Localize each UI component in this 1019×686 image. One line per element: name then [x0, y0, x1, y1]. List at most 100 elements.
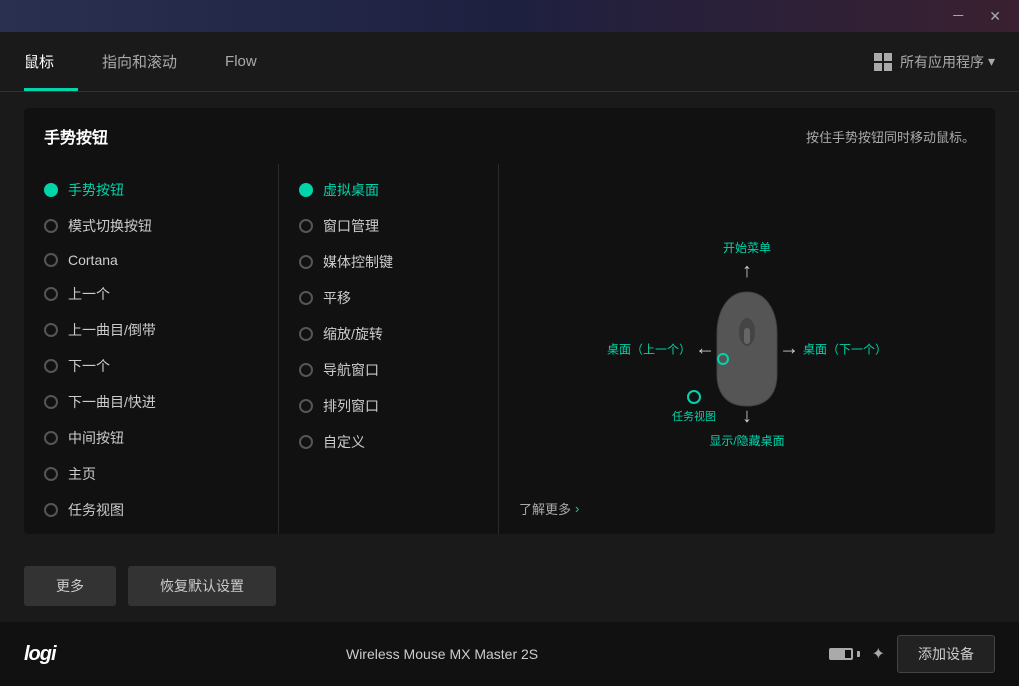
- list-item-gesture-btn[interactable]: 手势按钮: [24, 172, 278, 208]
- app-window: － ✕ 鼠标 指向和滚动 Flow 所有应用程序 ▾ 手势按钮 按住手势按钮同时…: [0, 0, 1019, 686]
- add-device-button[interactable]: 添加设备: [897, 635, 995, 673]
- reset-button[interactable]: 恢复默认设置: [128, 566, 276, 606]
- list-item-mode-switch[interactable]: 模式切换按钮: [24, 208, 278, 244]
- learn-more-text: 了解更多: [519, 499, 571, 518]
- panel-hint: 按住手势按钮同时移动鼠标。: [806, 127, 975, 146]
- panel-body: 手势按钮 模式切换按钮 Cortana 上一个: [24, 164, 995, 534]
- right-label-text: 桌面（下一个）: [803, 341, 887, 358]
- panel-title: 手势按钮: [44, 124, 108, 148]
- label-pan: 平移: [323, 288, 351, 308]
- up-arrow-icon: ↑: [742, 260, 752, 283]
- mid-item-window-mgmt[interactable]: 窗口管理: [279, 208, 498, 244]
- bluetooth-icon: ✦: [872, 644, 885, 664]
- left-label: 桌面（上一个） ←: [607, 338, 715, 361]
- nav-right: 所有应用程序 ▾: [874, 52, 995, 72]
- learn-more-arrow-icon: ›: [575, 501, 579, 516]
- tab-pointing[interactable]: 指向和滚动: [78, 32, 201, 91]
- label-home: 主页: [68, 464, 96, 484]
- right-column: 开始菜单 ↑ 桌面（上一个） ←: [499, 164, 995, 534]
- footer-right: ✦ 添加设备: [829, 635, 995, 673]
- radio-nav-window: [299, 363, 313, 377]
- label-next-track: 下一曲目/快进: [68, 392, 156, 412]
- label-cortana: Cortana: [68, 252, 118, 268]
- mid-item-zoom-rotate[interactable]: 缩放/旋转: [279, 316, 498, 352]
- radio-zoom-rotate: [299, 327, 313, 341]
- list-item-middle-btn[interactable]: 中间按钮: [24, 420, 278, 456]
- left-label-text: 桌面（上一个）: [607, 341, 691, 358]
- device-name: Wireless Mouse MX Master 2S: [56, 646, 829, 662]
- mid-item-virtual-desktop[interactable]: 虚拟桌面: [279, 172, 498, 208]
- task-view-label-text: 任务视图: [672, 408, 716, 424]
- label-prev-track: 上一曲目/倒带: [68, 320, 156, 340]
- radio-window-mgmt: [299, 219, 313, 233]
- label-zoom-rotate: 缩放/旋转: [323, 324, 383, 344]
- list-item-home[interactable]: 主页: [24, 456, 278, 492]
- list-item-task-view[interactable]: 任务视图: [24, 492, 278, 528]
- label-virtual-desktop: 虚拟桌面: [323, 180, 379, 200]
- down-label: ↓ 显示/隐藏桌面: [709, 405, 784, 449]
- nav-tabs: 鼠标 指向和滚动 Flow 所有应用程序 ▾: [0, 32, 1019, 92]
- radio-custom: [299, 435, 313, 449]
- label-custom: 自定义: [323, 432, 365, 452]
- radio-media-ctrl: [299, 255, 313, 269]
- down-arrow-icon: ↓: [742, 405, 752, 428]
- radio-next-track: [44, 395, 58, 409]
- down-label-text: 显示/隐藏桌面: [709, 432, 784, 449]
- list-item-cortana[interactable]: Cortana: [24, 244, 278, 276]
- radio-task-view: [44, 503, 58, 517]
- learn-more-button[interactable]: 了解更多 ›: [519, 499, 579, 518]
- up-label: 开始菜单 ↑: [723, 239, 771, 283]
- list-item-next-track[interactable]: 下一曲目/快进: [24, 384, 278, 420]
- mid-item-media-ctrl[interactable]: 媒体控制键: [279, 244, 498, 280]
- radio-pan: [299, 291, 313, 305]
- mid-item-tile-window[interactable]: 排列窗口: [279, 388, 498, 424]
- logi-logo: logi: [24, 643, 56, 666]
- main-content: 手势按钮 按住手势按钮同时移动鼠标。 手势按钮 模式切换按钮: [0, 92, 1019, 550]
- top-banner: － ✕: [0, 0, 1019, 32]
- right-arrow-icon: →: [779, 338, 799, 361]
- list-item-next[interactable]: 下一个: [24, 348, 278, 384]
- minimize-button[interactable]: －: [945, 2, 971, 30]
- label-next: 下一个: [68, 356, 110, 376]
- list-item-modifier[interactable]: 修饰键: [24, 528, 278, 534]
- mouse-diagram: 开始菜单 ↑ 桌面（上一个） ←: [587, 219, 907, 479]
- task-view-indicator: 任务视图: [672, 390, 716, 424]
- radio-mode-switch: [44, 219, 58, 233]
- label-tile-window: 排列窗口: [323, 396, 379, 416]
- mouse-body: [707, 284, 787, 414]
- radio-virtual-desktop: [299, 183, 313, 197]
- right-label: → 桌面（下一个）: [779, 338, 887, 361]
- label-nav-window: 导航窗口: [323, 360, 379, 380]
- battery-fill: [831, 650, 845, 658]
- label-prev: 上一个: [68, 284, 110, 304]
- radio-next: [44, 359, 58, 373]
- chevron-down-icon: ▾: [988, 53, 995, 70]
- radio-prev-track: [44, 323, 58, 337]
- more-button[interactable]: 更多: [24, 566, 116, 606]
- mid-item-pan[interactable]: 平移: [279, 280, 498, 316]
- battery-body: [829, 648, 853, 660]
- left-column: 手势按钮 模式切换按钮 Cortana 上一个: [24, 164, 279, 534]
- battery-icon: [829, 648, 860, 660]
- grid-icon[interactable]: [874, 53, 892, 71]
- tab-mouse[interactable]: 鼠标: [24, 32, 78, 91]
- apps-dropdown[interactable]: 所有应用程序 ▾: [900, 52, 995, 72]
- label-middle-btn: 中间按钮: [68, 428, 124, 448]
- tab-flow[interactable]: Flow: [201, 32, 281, 91]
- radio-prev: [44, 287, 58, 301]
- list-item-prev[interactable]: 上一个: [24, 276, 278, 312]
- list-item-prev-track[interactable]: 上一曲目/倒带: [24, 312, 278, 348]
- task-view-dot: [687, 390, 701, 404]
- radio-home: [44, 467, 58, 481]
- mid-item-custom[interactable]: 自定义: [279, 424, 498, 460]
- close-button[interactable]: ✕: [983, 4, 1007, 29]
- label-gesture-btn: 手势按钮: [68, 180, 124, 200]
- radio-middle-btn: [44, 431, 58, 445]
- mid-item-nav-window[interactable]: 导航窗口: [279, 352, 498, 388]
- label-media-ctrl: 媒体控制键: [323, 252, 393, 272]
- label-task-view: 任务视图: [68, 500, 124, 520]
- up-label-text: 开始菜单: [723, 239, 771, 256]
- footer: logi Wireless Mouse MX Master 2S ✦ 添加设备: [0, 622, 1019, 686]
- label-window-mgmt: 窗口管理: [323, 216, 379, 236]
- panel: 手势按钮 按住手势按钮同时移动鼠标。 手势按钮 模式切换按钮: [24, 108, 995, 534]
